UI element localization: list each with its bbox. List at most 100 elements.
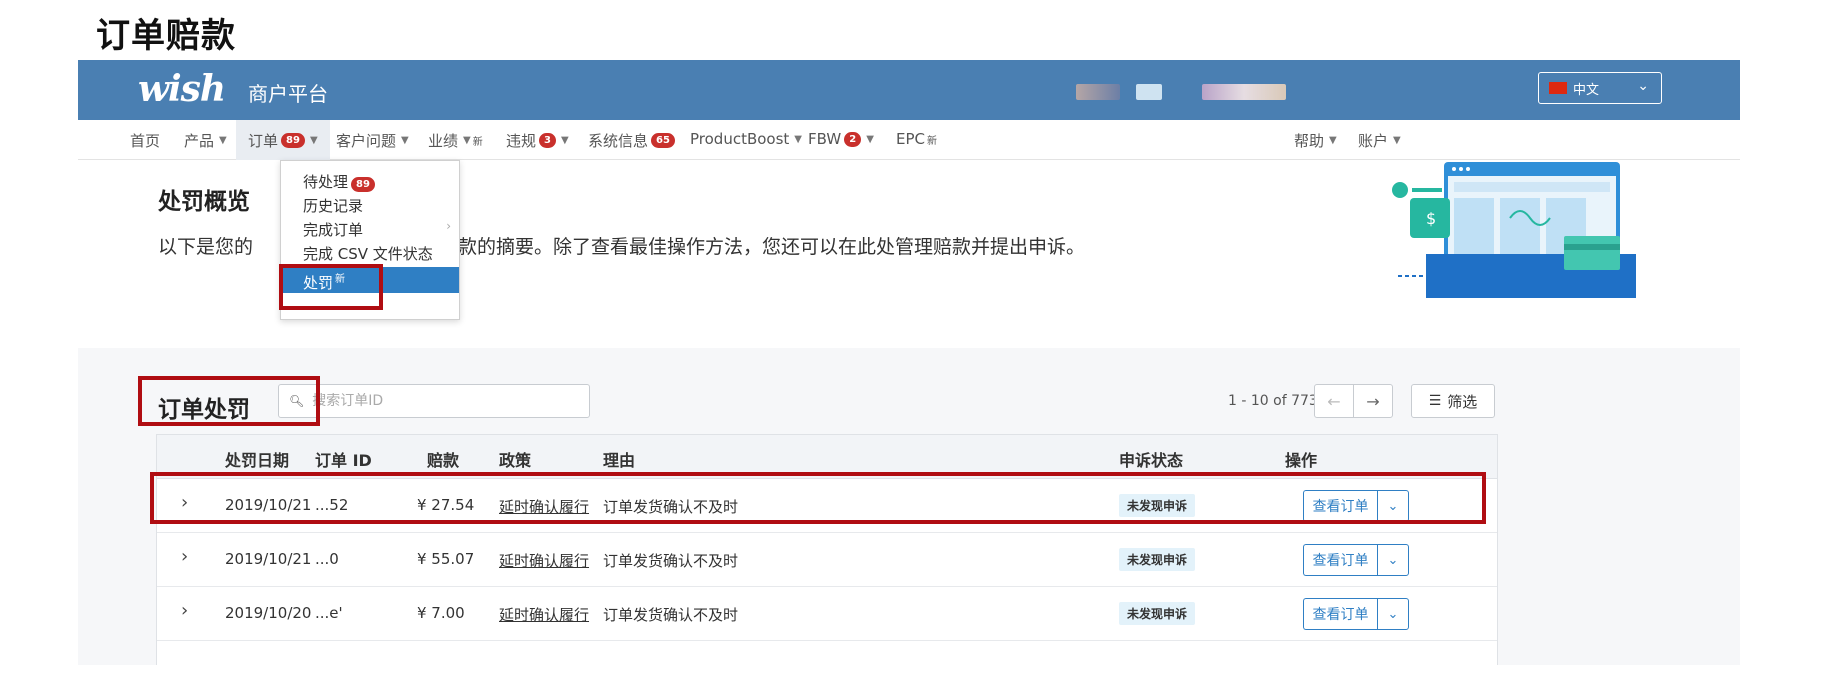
- prev-page-button[interactable]: ←: [1314, 384, 1354, 418]
- row-reason: 订单发货确认不及时: [603, 606, 739, 624]
- row-date: 2019/10/20: [225, 604, 312, 622]
- nav-account[interactable]: 账户 ▼: [1358, 130, 1401, 151]
- menu-item-history[interactable]: 历史记录: [303, 195, 363, 216]
- system-count-badge: 65: [651, 133, 675, 148]
- view-order-button[interactable]: 查看订单: [1303, 598, 1377, 630]
- menu-item-csv-status[interactable]: 完成 CSV 文件状态: [303, 243, 433, 264]
- document-heading: 订单赔款: [96, 16, 236, 56]
- row-reason: 订单发货确认不及时: [603, 498, 739, 516]
- caret-down-icon: ▼: [560, 135, 569, 146]
- menu-item-pending[interactable]: 待处理 89: [303, 171, 375, 192]
- row-order-id: ...52: [315, 496, 349, 514]
- row-policy-link[interactable]: 延时确认履行: [499, 496, 589, 517]
- nav-home[interactable]: 首页: [130, 130, 160, 151]
- nav-epc-label: EPC: [896, 130, 925, 148]
- nav-violations[interactable]: 违规 3 ▼: [506, 130, 569, 151]
- new-tag: 新: [472, 137, 483, 148]
- menu-pending-label: 待处理: [303, 173, 349, 191]
- chevron-down-icon: ⌄: [1387, 606, 1399, 622]
- nav-customer-issues[interactable]: 客户问题 ▼: [336, 130, 409, 151]
- orders-count-badge: 89: [281, 132, 305, 148]
- header-bar: wish 商户平台 中文 ⌄: [78, 60, 1740, 120]
- filter-icon: ☰: [1428, 393, 1442, 409]
- nav-fbw-label: FBW: [808, 130, 842, 148]
- nav-help-label: 帮助: [1294, 132, 1325, 150]
- col-policy[interactable]: 政策: [499, 447, 531, 471]
- china-flag-icon: [1549, 82, 1567, 94]
- nav-orders[interactable]: 订单 89 ▼: [236, 120, 330, 160]
- nav-system-info[interactable]: 系统信息 65: [588, 130, 675, 151]
- nav-epc[interactable]: EPC 新: [896, 130, 937, 148]
- row-order-id: ...0: [315, 550, 339, 568]
- language-selector[interactable]: 中文 ⌄: [1538, 72, 1662, 104]
- col-reason[interactable]: 理由: [603, 447, 635, 471]
- nav-productboost[interactable]: ProductBoost ▼: [690, 130, 802, 148]
- caret-down-icon: ▼: [794, 133, 802, 145]
- nav-fbw[interactable]: FBW 2 ▼: [808, 130, 874, 148]
- chevron-down-icon: ⌄: [1387, 498, 1399, 514]
- wish-logo[interactable]: wish: [138, 68, 226, 110]
- nav-home-label: 首页: [130, 132, 161, 150]
- table-header: 处罚日期 订单 ID 赔款 政策 理由 申诉状态 操作: [157, 435, 1497, 479]
- row-order-id: ...e': [315, 604, 343, 622]
- new-tag: 新: [335, 274, 346, 285]
- next-page-button[interactable]: →: [1353, 384, 1393, 418]
- chevron-right-icon[interactable]: ›: [181, 492, 188, 513]
- language-label: 中文: [1573, 82, 1600, 98]
- merchant-dashboard-window: wish 商户平台 中文 ⌄ 首页 产品 ▼ 订单 89 ▼ 客户问题 ▼ 业绩 ▼ 新 违…: [78, 60, 1740, 665]
- col-actions: 操作: [1285, 451, 1318, 470]
- orders-dropdown-menu: 待处理 89 历史记录 完成订单 › 完成 CSV 文件状态 处罚新: [280, 160, 460, 320]
- menu-penalty-label: 处罚: [303, 274, 334, 292]
- order-penalties-title: 订单处罚: [158, 397, 250, 423]
- appeal-status-badge: 未发现申诉: [1119, 602, 1196, 625]
- menu-item-completed[interactable]: 完成订单: [303, 219, 363, 240]
- filter-label: 筛选: [1447, 392, 1478, 411]
- blurred-user-info: [1136, 84, 1162, 100]
- overview-desc-right: 处以赔款的摘要。除了查看最佳操作方法，您还可以在此处管理赔款并提出申诉。: [401, 236, 1086, 258]
- row-actions-dropdown[interactable]: ⌄: [1377, 544, 1409, 576]
- caret-down-icon: ▼: [309, 134, 318, 146]
- order-search-box[interactable]: 🔍︎: [278, 384, 590, 418]
- col-amount[interactable]: 赔款: [427, 447, 459, 471]
- chevron-right-icon[interactable]: ›: [181, 546, 188, 567]
- pending-count-badge: 89: [351, 177, 375, 192]
- caret-down-icon: ▼: [866, 133, 874, 145]
- row-actions-dropdown[interactable]: ⌄: [1377, 490, 1409, 522]
- order-id-search-input[interactable]: [312, 393, 583, 409]
- search-icon: 🔍︎: [289, 394, 305, 408]
- caret-down-icon: ▼: [463, 135, 471, 146]
- appeal-status-badge: 未发现申诉: [1119, 494, 1196, 517]
- table-row[interactable]: › 2019/10/20 ...e' ¥ 7.00 延时确认履行 订单发货确认不…: [157, 587, 1497, 641]
- row-policy-link[interactable]: 延时确认履行: [499, 604, 589, 625]
- new-tag: 新: [927, 135, 937, 147]
- row-actions-dropdown[interactable]: ⌄: [1377, 598, 1409, 630]
- view-order-button[interactable]: 查看订单: [1303, 544, 1377, 576]
- nav-customer-label: 客户问题: [336, 132, 397, 150]
- menu-item-penalty[interactable]: 处罚新: [281, 267, 459, 293]
- nav-productboost-label: ProductBoost: [690, 130, 790, 148]
- col-appeal-status[interactable]: 申诉状态: [1119, 447, 1183, 471]
- chevron-down-icon: ⌄: [1637, 78, 1649, 94]
- row-policy-link[interactable]: 延时确认履行: [499, 550, 589, 571]
- view-order-button[interactable]: 查看订单: [1303, 490, 1377, 522]
- filter-button[interactable]: ☰ 筛选: [1411, 384, 1495, 418]
- chevron-down-icon: ⌄: [1387, 552, 1399, 568]
- dashboard-illustration: $: [1392, 162, 1636, 298]
- col-order-id[interactable]: 订单 ID: [315, 447, 372, 471]
- row-date: 2019/10/21: [225, 496, 312, 514]
- table-row[interactable]: › 2019/10/21 ...52 ¥ 27.54 延时确认履行 订单发货确认…: [157, 479, 1497, 533]
- appeal-status-badge: 未发现申诉: [1119, 548, 1196, 571]
- table-row[interactable]: › 2019/10/21 ...0 ¥ 55.07 延时确认履行 订单发货确认不…: [157, 533, 1497, 587]
- row-date: 2019/10/21: [225, 550, 312, 568]
- col-date[interactable]: 处罚日期: [225, 447, 289, 471]
- nav-products[interactable]: 产品 ▼: [184, 130, 227, 151]
- nav-account-label: 账户: [1358, 132, 1389, 150]
- nav-performance-label: 业绩: [428, 132, 459, 150]
- nav-performance[interactable]: 业绩 ▼ 新: [428, 130, 483, 151]
- arrow-right-icon: →: [1366, 391, 1380, 411]
- nav-help[interactable]: 帮助 ▼: [1294, 130, 1337, 151]
- nav-orders-label: 订单: [248, 131, 279, 150]
- chevron-right-icon[interactable]: ›: [181, 600, 188, 621]
- overview-desc-left: 以下是您的: [158, 236, 254, 258]
- platform-title: 商户平台: [248, 82, 328, 106]
